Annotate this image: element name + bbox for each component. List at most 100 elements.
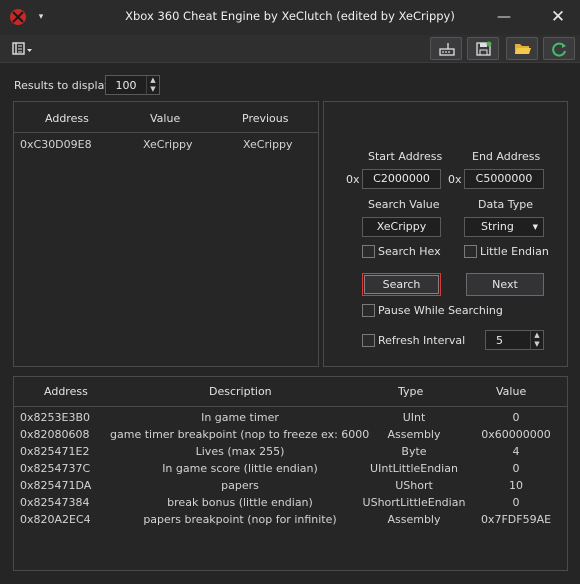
save-icon bbox=[476, 41, 492, 56]
cheat-type: Assembly bbox=[387, 428, 441, 441]
system-menu-chevron-icon[interactable]: ▾ bbox=[35, 8, 47, 26]
close-button[interactable]: ✕ bbox=[537, 0, 579, 35]
search-hex-label: Search Hex bbox=[378, 245, 441, 258]
cheats-header: Address Description Type Value bbox=[14, 377, 567, 407]
cheat-type: Assembly bbox=[387, 513, 441, 526]
xbox-icon[interactable] bbox=[9, 8, 27, 26]
data-type-label: Data Type bbox=[478, 198, 534, 211]
refresh-interval-value[interactable]: 5 bbox=[496, 334, 503, 347]
cheat-description: break bonus (little endian) bbox=[167, 496, 313, 509]
cheat-address: 0x82547384 bbox=[20, 496, 90, 509]
cheat-description: papers bbox=[221, 479, 259, 492]
refresh-interval-label: Refresh Interval bbox=[378, 334, 466, 347]
cheat-description: In game timer bbox=[201, 411, 279, 424]
cheat-description: game timer breakpoint (nop to freeze ex:… bbox=[110, 428, 370, 441]
results-list: Address Value Previous 0xC30D09E8 XeCrip… bbox=[13, 101, 319, 367]
cheat-type: Byte bbox=[401, 445, 427, 458]
stepper-down-icon[interactable]: ▼ bbox=[531, 340, 543, 349]
cheats-table: Address Description Type Value 0x8253E3B… bbox=[13, 376, 568, 571]
search-value-label: Search Value bbox=[368, 198, 440, 211]
cheat-address: 0x82080608 bbox=[20, 428, 90, 441]
results-count-stepper[interactable]: 100 ▲ ▼ bbox=[105, 75, 160, 95]
table-row[interactable]: 0x8254737C In game score (little endian)… bbox=[14, 461, 567, 478]
minimize-button[interactable]: — bbox=[483, 0, 525, 35]
title-bar: ▾ Xbox 360 Cheat Engine by XeClutch (edi… bbox=[0, 0, 580, 35]
cheat-address: 0x8254737C bbox=[20, 462, 91, 475]
end-hex-prefix: 0x bbox=[448, 173, 462, 186]
network-button[interactable] bbox=[430, 37, 462, 60]
cheat-address: 0x825471E2 bbox=[20, 445, 90, 458]
result-address: 0xC30D09E8 bbox=[20, 138, 92, 151]
data-type-select[interactable]: String ▼ bbox=[464, 217, 544, 237]
cheat-description: In game score (little endian) bbox=[162, 462, 318, 475]
cheat-value: 0 bbox=[512, 411, 520, 424]
cheat-address: 0x820A2EC4 bbox=[20, 513, 91, 526]
column-description[interactable]: Description bbox=[209, 385, 272, 398]
cheat-value: 0x60000000 bbox=[481, 428, 551, 441]
stepper-down-icon[interactable]: ▼ bbox=[147, 85, 159, 94]
cheat-value: 0 bbox=[512, 462, 520, 475]
window-title: Xbox 360 Cheat Engine by XeClutch (edite… bbox=[125, 9, 455, 23]
column-previous[interactable]: Previous bbox=[242, 112, 289, 125]
cheat-type: UInt bbox=[402, 411, 426, 424]
search-hex-checkbox[interactable] bbox=[362, 245, 375, 258]
column-value[interactable]: Value bbox=[496, 385, 526, 398]
pause-while-searching-label: Pause While Searching bbox=[378, 304, 503, 317]
table-row[interactable]: 0x82080608 game timer breakpoint (nop to… bbox=[14, 427, 567, 444]
open-folder-button[interactable] bbox=[506, 37, 538, 60]
cheat-value: 4 bbox=[512, 445, 520, 458]
search-button[interactable]: Search bbox=[362, 273, 441, 296]
cheat-type: UShortLittleEndian bbox=[362, 496, 466, 509]
next-button[interactable]: Next bbox=[466, 273, 544, 296]
table-row[interactable]: 0xC30D09E8 XeCrippy XeCrippy bbox=[14, 136, 318, 154]
results-to-display-label: Results to display bbox=[14, 79, 111, 92]
start-hex-prefix: 0x bbox=[346, 173, 360, 186]
stepper-arrows: ▲ ▼ bbox=[146, 76, 159, 94]
end-address-input[interactable]: C5000000 bbox=[464, 169, 544, 189]
pause-while-searching-checkbox[interactable] bbox=[362, 304, 375, 317]
results-header: Address Value Previous bbox=[14, 102, 318, 133]
cheat-type: UIntLittleEndian bbox=[370, 462, 458, 475]
open-folder-icon bbox=[515, 44, 531, 54]
search-value-input[interactable]: XeCrippy bbox=[362, 217, 441, 237]
cheat-value: 10 bbox=[509, 479, 523, 492]
refresh-button[interactable] bbox=[543, 37, 575, 60]
cheat-description: papers breakpoint (nop for infinite) bbox=[143, 513, 337, 526]
start-address-input[interactable]: C2000000 bbox=[362, 169, 441, 189]
cheat-address: 0x825471DA bbox=[20, 479, 92, 492]
dropdown-arrow-icon: ▼ bbox=[532, 223, 538, 231]
refresh-interval-stepper[interactable]: 5 ▲ ▼ bbox=[485, 330, 544, 350]
data-type-selected: String bbox=[481, 220, 514, 233]
cheat-value: 0 bbox=[512, 496, 520, 509]
column-address[interactable]: Address bbox=[45, 112, 89, 125]
column-value[interactable]: Value bbox=[150, 112, 180, 125]
table-row[interactable]: 0x82547384 break bonus (little endian) U… bbox=[14, 495, 567, 512]
list-menu-icon[interactable] bbox=[12, 41, 34, 57]
cheat-value: 0x7FDF59AE bbox=[480, 513, 552, 526]
network-icon bbox=[439, 43, 455, 56]
cheat-type: UShort bbox=[395, 479, 433, 492]
search-panel: Start Address End Address 0x C2000000 0x… bbox=[323, 101, 568, 367]
column-address[interactable]: Address bbox=[44, 385, 88, 398]
table-row[interactable]: 0x825471DA papers UShort 10 bbox=[14, 478, 567, 495]
stepper-arrows: ▲ ▼ bbox=[530, 331, 543, 349]
little-endian-checkbox[interactable] bbox=[464, 245, 477, 258]
result-value: XeCrippy bbox=[143, 138, 193, 151]
refresh-icon bbox=[552, 42, 566, 57]
cheat-description: Lives (max 255) bbox=[195, 445, 285, 458]
column-type[interactable]: Type bbox=[398, 385, 423, 398]
table-row[interactable]: 0x825471E2 Lives (max 255) Byte 4 bbox=[14, 444, 567, 461]
end-address-label: End Address bbox=[472, 150, 541, 163]
stepper-up-icon[interactable]: ▲ bbox=[147, 76, 159, 85]
little-endian-label: Little Endian bbox=[480, 245, 549, 258]
toolbar bbox=[0, 35, 580, 63]
stepper-up-icon[interactable]: ▲ bbox=[531, 331, 543, 340]
table-row[interactable]: 0x8253E3B0 In game timer UInt 0 bbox=[14, 410, 567, 427]
table-row[interactable]: 0x820A2EC4 papers breakpoint (nop for in… bbox=[14, 512, 567, 529]
result-previous: XeCrippy bbox=[243, 138, 293, 151]
save-button[interactable] bbox=[467, 37, 499, 60]
results-count-value[interactable]: 100 bbox=[106, 79, 146, 92]
start-address-label: Start Address bbox=[368, 150, 443, 163]
refresh-interval-checkbox[interactable] bbox=[362, 334, 375, 347]
cheat-address: 0x8253E3B0 bbox=[20, 411, 90, 424]
